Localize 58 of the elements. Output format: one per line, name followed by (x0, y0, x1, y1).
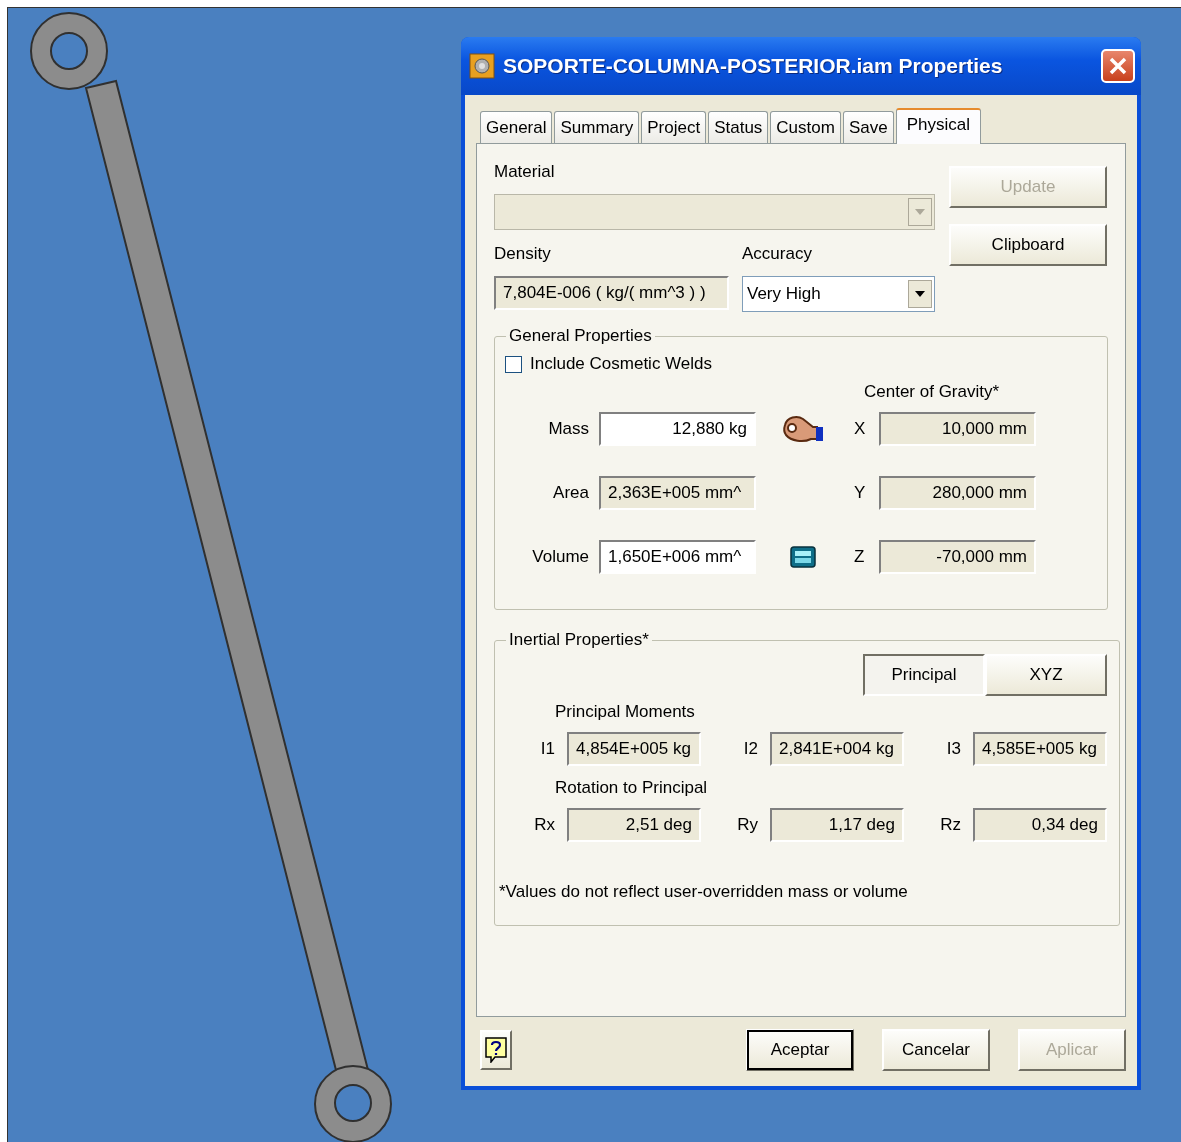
checkbox[interactable] (505, 355, 522, 373)
rotation-label: Rz (939, 815, 961, 835)
moment-label: I2 (742, 739, 758, 759)
coordinate-field[interactable]: -70,000 mm (879, 540, 1036, 574)
section-label: Rotation to Principal (555, 778, 709, 798)
dialog-button[interactable]: Cancelar (882, 1029, 990, 1071)
group-title: Inertial Properties* (508, 630, 650, 650)
axis-label: Y (854, 483, 867, 503)
accuracy-dropdown[interactable]: Very High (742, 276, 935, 312)
density-label: Density (494, 244, 552, 264)
dialog-button[interactable]: Aceptar (746, 1029, 854, 1071)
accuracy-label: Accuracy (742, 244, 813, 264)
property-field[interactable]: 12,880 kg (599, 412, 756, 446)
help-button[interactable] (480, 1030, 512, 1070)
checkbox-label: Include Cosmetic Welds (530, 354, 713, 374)
close-icon (1107, 55, 1129, 77)
property-label: Area (552, 483, 589, 503)
calculator-icon[interactable] (790, 546, 816, 568)
group-title: General Properties (508, 326, 653, 346)
tab[interactable]: Project (641, 111, 707, 143)
tab[interactable]: Save (842, 111, 894, 143)
rotation-field[interactable]: 2,51 deg (567, 808, 701, 842)
tab[interactable]: Status (708, 111, 769, 143)
section-label: Principal Moments (555, 702, 696, 722)
property-label: Volume (531, 547, 589, 567)
dropdown-arrow-icon (915, 291, 925, 297)
coordinate-field[interactable]: 10,000 mm (879, 412, 1036, 446)
tab[interactable]: General (480, 111, 553, 143)
moment-label: I3 (945, 739, 961, 759)
tab[interactable]: Physical (895, 108, 981, 144)
center-of-gravity-label: Center of Gravity* (864, 382, 1001, 402)
close-button[interactable] (1101, 49, 1135, 83)
moment-field[interactable]: 4,854E+005 kg (567, 732, 701, 766)
tab[interactable]: Custom (770, 111, 841, 143)
hand-icon[interactable] (781, 413, 825, 445)
moment-field[interactable]: 4,585E+005 kg (973, 732, 1107, 766)
dropdown-arrow-icon (915, 209, 925, 215)
density-field[interactable]: 7,804E-006 ( kg/( mm^3 ) ) (494, 276, 729, 310)
app-icon (469, 53, 495, 79)
view-toggle-button[interactable]: Principal (863, 654, 985, 696)
tab[interactable]: Summary (554, 111, 640, 143)
window-title: SOPORTE-COLUMNA-POSTERIOR.iam Properties (503, 54, 1004, 78)
axis-label: Z (854, 547, 866, 567)
property-label: Mass (547, 419, 589, 439)
view-toggle-button[interactable]: XYZ (985, 654, 1107, 696)
material-label: Material (494, 162, 556, 182)
property-field[interactable]: 2,363E+005 mm^ (599, 476, 756, 510)
moment-field[interactable]: 2,841E+004 kg (770, 732, 904, 766)
rotation-label: Rx (533, 815, 555, 835)
moment-label: I1 (539, 739, 555, 759)
rotation-label: Ry (736, 815, 758, 835)
rotation-field[interactable]: 1,17 deg (770, 808, 904, 842)
clipboard-button[interactable]: Clipboard (949, 224, 1107, 266)
footnote: *Values do not reflect user-overridden mass or volume (499, 882, 909, 902)
axis-label: X (854, 419, 867, 439)
coordinate-field[interactable]: 280,000 mm (879, 476, 1036, 510)
property-field[interactable]: 1,650E+006 mm^ (599, 540, 756, 574)
rotation-field[interactable]: 0,34 deg (973, 808, 1107, 842)
